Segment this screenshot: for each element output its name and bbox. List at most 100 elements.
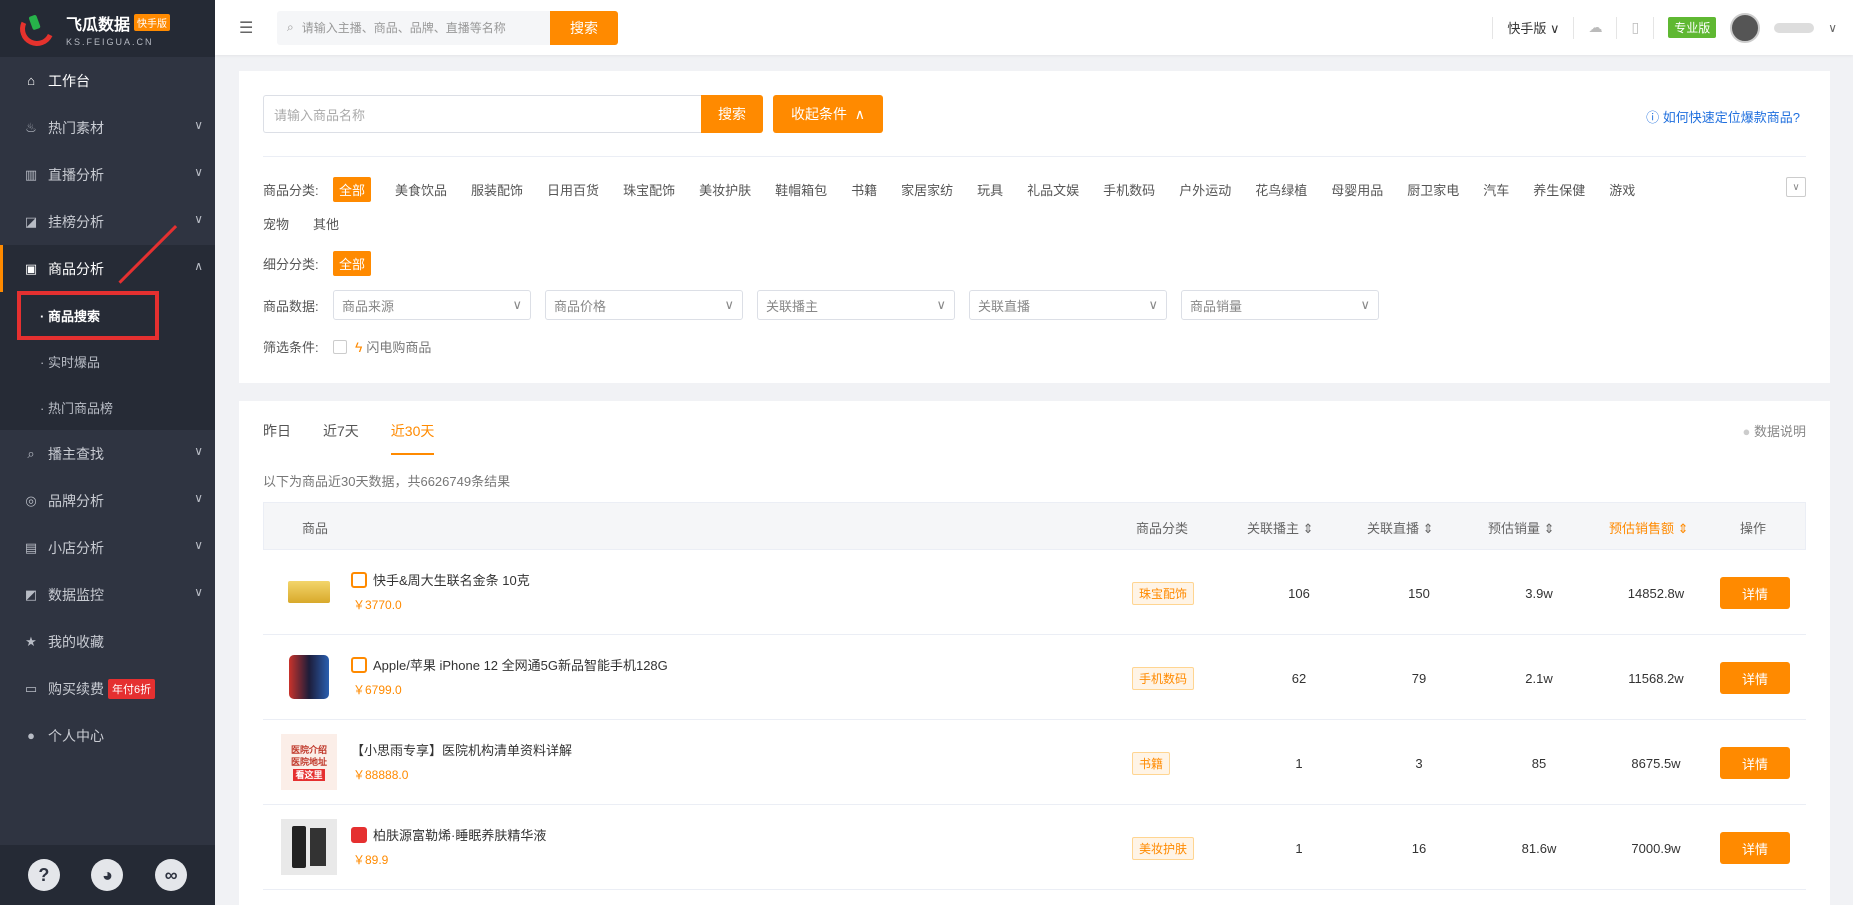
- subcategory-all[interactable]: 全部: [333, 251, 372, 276]
- help-link[interactable]: ⓘ 如何快速定位爆款商品?: [1646, 107, 1800, 126]
- category-item[interactable]: 其他: [313, 212, 339, 235]
- avatar[interactable]: [1730, 12, 1761, 43]
- header-sales[interactable]: 预估销量 ⇕: [1488, 518, 1555, 537]
- category-item[interactable]: 汽车: [1483, 178, 1509, 201]
- table-row: 快手&周大生联名金条 10克 ￥3770.0 珠宝配饰 106 150 3.9w…: [263, 550, 1806, 635]
- select-price[interactable]: 商品价格 ∨: [545, 290, 743, 320]
- username-blurred[interactable]: [1774, 22, 1815, 33]
- wechat-icon[interactable]: ◕: [91, 859, 124, 891]
- chevron-down-icon: ∨: [1148, 297, 1158, 312]
- select-label: 关联播主: [766, 298, 819, 314]
- detail-button[interactable]: 详情: [1720, 747, 1790, 779]
- category-item[interactable]: 珠宝配饰: [623, 178, 675, 201]
- category-item[interactable]: 礼品文娱: [1027, 178, 1079, 201]
- category-item[interactable]: 服装配饰: [471, 178, 523, 201]
- sidebar-item-label: 商品分析: [48, 260, 104, 277]
- flash-checkbox[interactable]: [333, 339, 347, 354]
- select-sales[interactable]: 商品销量 ∨: [1181, 290, 1379, 320]
- help-icon[interactable]: ?: [27, 859, 60, 891]
- mobile-icon[interactable]: ▯: [1631, 19, 1639, 36]
- detail-button[interactable]: 详情: [1720, 662, 1790, 694]
- link-icon[interactable]: ∞: [155, 859, 188, 891]
- sidebar-item-label: 热门素材: [48, 119, 104, 136]
- menu-toggle-icon[interactable]: ☰: [239, 18, 259, 38]
- select-label: 关联直播: [978, 298, 1031, 314]
- sidebar-item-product-analysis[interactable]: ▣ 商品分析 ∧: [0, 245, 215, 292]
- phone-icon: [289, 655, 329, 699]
- header-revenue[interactable]: 预估销售额 ⇕: [1609, 518, 1689, 537]
- header-lives[interactable]: 关联直播 ⇕: [1367, 518, 1434, 537]
- detail-button[interactable]: 详情: [1720, 577, 1790, 609]
- category-all[interactable]: 全部: [333, 177, 372, 202]
- tab-7days[interactable]: 近7天: [323, 421, 359, 455]
- select-source[interactable]: 商品来源 ∨: [333, 290, 531, 320]
- sidebar-item-workbench[interactable]: ⌂ 工作台: [0, 57, 215, 104]
- product-name[interactable]: 柏肤源富勒烯·睡眠养肤精华液: [351, 825, 546, 844]
- global-search-button[interactable]: 搜索: [550, 10, 618, 45]
- category-item[interactable]: 手机数码: [1103, 178, 1155, 201]
- product-search-button[interactable]: 搜索: [701, 95, 763, 133]
- product-name-input[interactable]: 请输入商品名称: [263, 95, 701, 133]
- sales-revenue: 11568.2w: [1628, 671, 1684, 686]
- product-name[interactable]: 【小思雨专享】医院机构清单资料详解: [351, 740, 572, 759]
- chevron-down-icon: ∨: [194, 491, 203, 505]
- anchor-count: 62: [1291, 671, 1307, 686]
- tab-yesterday[interactable]: 昨日: [263, 421, 291, 455]
- chevron-down-icon: ∨: [194, 444, 203, 458]
- detail-button[interactable]: 详情: [1720, 832, 1790, 864]
- select-anchor[interactable]: 关联播主 ∨: [757, 290, 955, 320]
- sidebar-item-anchor-search[interactable]: ⌕ 播主查找 ∨: [0, 430, 215, 477]
- select-live[interactable]: 关联直播 ∨: [969, 290, 1167, 320]
- sidebar-item-favorites[interactable]: ★ 我的收藏: [0, 618, 215, 665]
- header-anchors[interactable]: 关联播主 ⇕: [1247, 518, 1314, 537]
- category-item[interactable]: 鞋帽箱包: [775, 178, 827, 201]
- product-image[interactable]: [279, 647, 339, 707]
- sidebar-subitem-realtime-hot[interactable]: · 实时爆品: [0, 338, 215, 384]
- category-item[interactable]: 花鸟绿植: [1255, 178, 1307, 201]
- version-switch[interactable]: 快手版 ∨: [1507, 18, 1559, 37]
- product-image[interactable]: [279, 817, 339, 877]
- product-image[interactable]: [279, 562, 339, 622]
- collapse-filters-button[interactable]: 收起条件 ∧: [773, 95, 883, 133]
- global-search-input[interactable]: ⌕ 请输入主播、商品、品牌、直播等名称: [277, 10, 550, 45]
- category-item[interactable]: 厨卫家电: [1407, 178, 1459, 201]
- category-item[interactable]: 书籍: [851, 178, 877, 201]
- cloud-icon[interactable]: ☁: [1588, 19, 1602, 36]
- data-note-link[interactable]: ● 数据说明: [1743, 421, 1807, 440]
- sidebar-item-hot-material[interactable]: ♨ 热门素材 ∨: [0, 104, 215, 151]
- header-action: 操作: [1740, 521, 1767, 536]
- header-product: 商品: [302, 521, 329, 536]
- category-item[interactable]: 户外运动: [1179, 178, 1231, 201]
- sidebar-item-profile[interactable]: ● 个人中心: [0, 712, 215, 759]
- expand-categories-icon[interactable]: ∨: [1786, 177, 1806, 197]
- sidebar-item-label: 直播分析: [48, 166, 104, 183]
- sidebar-item-label: 我的收藏: [48, 633, 104, 650]
- category-item[interactable]: 母婴用品: [1331, 178, 1383, 201]
- sidebar-subitem-hot-rank[interactable]: · 热门商品榜: [0, 384, 215, 430]
- sidebar-item-rank-analysis[interactable]: ◪ 挂榜分析 ∨: [0, 198, 215, 245]
- chevron-up-icon: ∧: [194, 259, 203, 273]
- sidebar-item-live-analysis[interactable]: ▥ 直播分析 ∨: [0, 151, 215, 198]
- tab-30days[interactable]: 近30天: [390, 421, 435, 455]
- category-item[interactable]: 玩具: [977, 178, 1003, 201]
- header-category: 商品分类: [1136, 521, 1189, 536]
- category-item[interactable]: 游戏: [1609, 178, 1635, 201]
- category-item[interactable]: 美妆护肤: [699, 178, 751, 201]
- sidebar-item-renew[interactable]: ▭ 购买续费 年付6折: [0, 665, 215, 712]
- category-item[interactable]: 日用百货: [547, 178, 599, 201]
- brand-logo[interactable]: 飞瓜数据 快手版 KS.FEIGUA.CN: [0, 0, 215, 57]
- sidebar-item-store-analysis[interactable]: ▤ 小店分析 ∨: [0, 524, 215, 571]
- sidebar-item-brand-analysis[interactable]: ◎ 品牌分析 ∨: [0, 477, 215, 524]
- product-image[interactable]: 医院介绍 医院地址 看这里: [279, 732, 339, 792]
- category-item[interactable]: 美食饮品: [395, 178, 447, 201]
- table-row: 柏肤源富勒烯·睡眠养肤精华液 ￥89.9 美妆护肤 1 16 81.6w 700…: [263, 805, 1806, 890]
- category-item[interactable]: 宠物: [263, 212, 289, 235]
- sales-volume: 3.9w: [1525, 586, 1553, 601]
- product-name[interactable]: Apple/苹果 iPhone 12 全网通5G新品智能手机128G: [351, 655, 668, 674]
- book-cover-line: 看这里: [293, 769, 325, 781]
- product-name[interactable]: 快手&周大生联名金条 10克: [351, 570, 530, 589]
- sidebar-item-data-monitor[interactable]: ◩ 数据监控 ∨: [0, 571, 215, 618]
- category-item[interactable]: 家居家纺: [901, 178, 953, 201]
- category-item[interactable]: 养生保健: [1533, 178, 1585, 201]
- chevron-down-icon[interactable]: ∨: [1828, 21, 1837, 35]
